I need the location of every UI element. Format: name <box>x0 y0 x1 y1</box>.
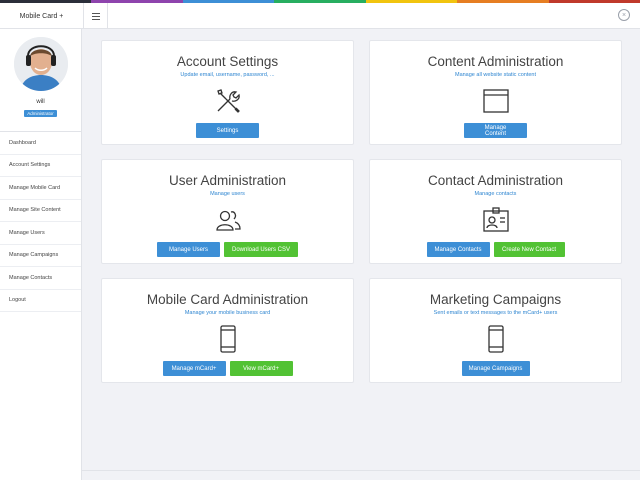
card-title: User Administration <box>168 173 287 188</box>
download-users-csv-button[interactable]: Download Users CSV <box>224 242 298 257</box>
card-subtitle: Manage contacts <box>474 191 517 197</box>
brand-title[interactable]: Mobile Card + <box>0 3 84 29</box>
profile-username: will <box>36 99 45 105</box>
manage-campaigns-button[interactable]: Manage Campaigns <box>461 361 530 376</box>
view-mcard-button[interactable]: View mCard+ <box>229 361 293 376</box>
tools-icon <box>213 86 243 116</box>
top-bar: Mobile Card + × <box>0 3 640 29</box>
card-title: Marketing Campaigns <box>429 292 562 307</box>
card-title: Contact Administration <box>427 173 564 188</box>
avatar[interactable] <box>13 37 68 91</box>
sidebar-item-manage-mobile-card[interactable]: Manage Mobile Card <box>0 177 81 200</box>
profile-panel: will Administrator <box>0 29 81 132</box>
card-title: Mobile Card Administration <box>146 292 309 307</box>
card-title: Content Administration <box>427 54 564 69</box>
manage-mcard-button[interactable]: Manage mCard+ <box>162 361 226 376</box>
mobile-card-administration-card: Mobile Card Administration Manage your m… <box>101 278 354 383</box>
browser-window-icon <box>481 86 511 116</box>
role-badge: Administrator <box>24 110 57 117</box>
hamburger-icon[interactable] <box>84 3 108 29</box>
card-subtitle: Manage your mobile business card <box>184 310 271 316</box>
card-subtitle: Update email, username, password, ... <box>180 72 275 78</box>
create-new-contact-button[interactable]: Create New Contact <box>493 242 565 257</box>
sidebar-item-manage-site-content[interactable]: Manage Site Content <box>0 200 81 222</box>
mobile-phone-icon <box>213 324 243 354</box>
manage-contacts-button[interactable]: Manage Contacts <box>426 242 490 257</box>
contact-card-icon <box>481 205 511 235</box>
mobile-phone-icon <box>481 324 511 354</box>
account-settings-card: Account Settings Update email, username,… <box>101 40 354 145</box>
sidebar-item-manage-contacts[interactable]: Manage Contacts <box>0 267 81 290</box>
sidebar: will Administrator Dashboard Account Set… <box>0 29 82 480</box>
sidebar-item-manage-users[interactable]: Manage Users <box>0 222 81 245</box>
sidebar-item-manage-campaigns[interactable]: Manage Campaigns <box>0 245 81 267</box>
users-icon <box>213 205 243 235</box>
card-subtitle: Sent emails or text messages to the mCar… <box>433 310 558 316</box>
card-subtitle: Manage all website static content <box>454 72 537 78</box>
footer <box>82 470 640 480</box>
manage-content-button[interactable]: Manage Content <box>464 123 527 138</box>
user-administration-card: User Administration Manage users Manage … <box>101 159 354 264</box>
content-administration-card: Content Administration Manage all websit… <box>369 40 622 145</box>
settings-button[interactable]: Settings <box>196 123 259 138</box>
sidebar-item-dashboard[interactable]: Dashboard <box>0 132 81 155</box>
sidebar-item-logout[interactable]: Logout <box>0 290 81 312</box>
marketing-campaigns-card: Marketing Campaigns Sent emails or text … <box>369 278 622 383</box>
card-subtitle: Manage users <box>210 191 245 197</box>
contact-administration-card: Contact Administration Manage contacts M… <box>369 159 622 264</box>
card-title: Account Settings <box>176 54 279 69</box>
sidebar-item-account-settings[interactable]: Account Settings <box>0 155 81 177</box>
close-circle-icon[interactable]: × <box>618 9 630 21</box>
manage-users-button[interactable]: Manage Users <box>157 242 220 257</box>
